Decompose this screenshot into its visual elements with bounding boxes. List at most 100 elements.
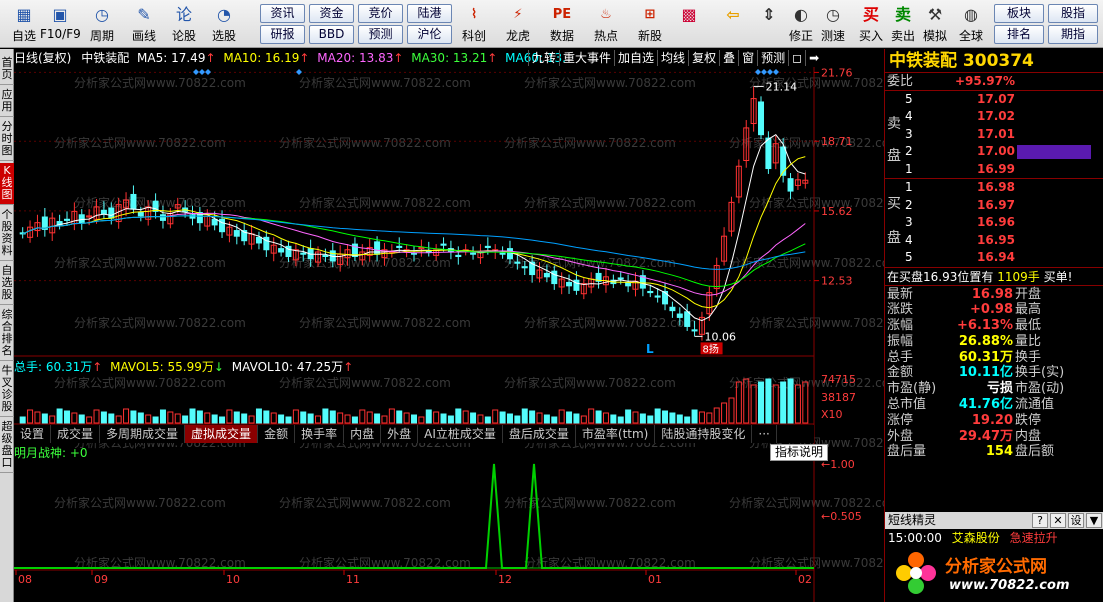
chart-tab-6[interactable]: 窗: [738, 50, 757, 66]
sidebar-tab-8[interactable]: 超级盘口: [0, 419, 14, 473]
watermark-text: 分析家公式网www.70822.com: [279, 495, 451, 510]
chart-tab-3[interactable]: 均线: [657, 50, 688, 66]
sidebar-tab-1[interactable]: 应用: [0, 87, 14, 117]
chart-tab-0[interactable]: 九转: [528, 50, 559, 66]
toolbar-btn2-2[interactable]: PE 数据: [540, 2, 584, 46]
kline-chart-svg[interactable]: 分析家公式网www.70822.com 分析家公式网www.70822.com 分析…: [14, 49, 884, 602]
ask-row[interactable]: 2 17.00: [885, 143, 1103, 161]
toolbar-btn-3[interactable]: ✎ 画线: [124, 2, 164, 46]
toolbar-btn2-0[interactable]: ⌇ 科创: [452, 2, 496, 46]
elves-btn-2[interactable]: 设: [1068, 513, 1084, 528]
bid-row[interactable]: 3 16.96: [885, 214, 1103, 232]
watermark-text: 分析家公式网www.70822.com: [74, 75, 246, 90]
toolbar-btn-5[interactable]: ◔ 选股: [204, 2, 244, 46]
sidebar-tab-7[interactable]: 牛叉诊股: [0, 363, 14, 417]
toolbar-small-btn-5[interactable]: BBD: [309, 25, 354, 44]
chart-tab-2[interactable]: 加自选: [614, 50, 657, 66]
chart-tab-4[interactable]: 复权: [688, 50, 719, 66]
chart-tab-8[interactable]: ◻: [788, 50, 805, 66]
panel-tab-6[interactable]: 内盘: [344, 425, 382, 443]
toolbar-btn3-7[interactable]: ⚒ 模拟: [918, 2, 952, 46]
toolbar-btn3-6[interactable]: 卖卖出: [886, 2, 920, 46]
panel-tab-5[interactable]: 换手率: [295, 425, 345, 443]
toolbar-small-btn-3[interactable]: 陆港: [407, 4, 452, 23]
indicator-help-button[interactable]: 指标说明: [770, 444, 828, 461]
x-tick-label: 11: [346, 573, 360, 586]
panel-tab-12[interactable]: ···: [752, 425, 777, 443]
chart-tab-1[interactable]: 重大事件: [559, 50, 614, 66]
toolbar-right-btn-2[interactable]: 排名: [994, 25, 1044, 44]
ask-row[interactable]: 3 17.01: [885, 126, 1103, 144]
kline-chart-area[interactable]: 分析家公式网www.70822.com 分析家公式网www.70822.com 分析…: [14, 49, 884, 602]
panel-tab-8[interactable]: AI立桩成交量: [418, 425, 503, 443]
panel-tab-11[interactable]: 陆股通持股变化: [655, 425, 753, 443]
panel-tab-10[interactable]: 市盈率(ttm): [576, 425, 656, 443]
stat-row: 涨停 19.20 跌停: [885, 413, 1103, 429]
toolbar-btn2-label: 新股: [637, 29, 662, 43]
sidebar-tab-2[interactable]: 分时图: [0, 119, 14, 161]
sidebar-tab-4[interactable]: 个股资料: [0, 207, 14, 261]
toolbar-btn3-5[interactable]: 买买入: [854, 2, 888, 46]
ask-row[interactable]: 4 17.02: [885, 108, 1103, 126]
chart-tab-5[interactable]: 叠: [719, 50, 738, 66]
bid-row[interactable]: 5 16.94: [885, 249, 1103, 267]
toolbar-btn-label: 周期: [89, 29, 114, 43]
vol-total-label: 总手: 60.31万: [14, 360, 93, 374]
panel-tab-9[interactable]: 盘后成交量: [503, 425, 576, 443]
toolbar-small-btn-6[interactable]: 预测: [358, 25, 403, 44]
stat-key2: 量比: [1015, 333, 1042, 349]
ask-row[interactable]: 1 16.99: [885, 161, 1103, 179]
elves-btn-3[interactable]: ▼: [1086, 513, 1102, 528]
toolbar-btn3-label: 修正: [788, 29, 813, 43]
chart-tab-7[interactable]: 预测: [757, 50, 788, 66]
ask-price: 17.02: [977, 109, 1015, 123]
volume-bar: [721, 402, 728, 424]
elves-btn-1[interactable]: ✕: [1050, 513, 1066, 528]
toolbar-btn3-2[interactable]: ⇕: [752, 2, 786, 46]
stat-key: 金额: [887, 365, 914, 381]
toolbar-right-btn-1[interactable]: 股指: [1048, 4, 1098, 23]
toolbar-btn-2[interactable]: ◷ 周期: [82, 2, 122, 46]
order-notice[interactable]: 在买盘16.93位置有 1109手 买单!: [885, 268, 1103, 286]
panel-tab-7[interactable]: 外盘: [381, 425, 419, 443]
sidebar-tab-0[interactable]: 首页: [0, 55, 14, 85]
event-diamond-icon: [193, 69, 199, 75]
elves-btn-0[interactable]: ?: [1032, 513, 1048, 528]
toolbar-right-btn-3[interactable]: 期指: [1048, 25, 1098, 44]
toolbar-small-btn-2[interactable]: 竞价: [358, 4, 403, 23]
bid-row[interactable]: 4 16.95: [885, 232, 1103, 250]
panel-tab-0[interactable]: 设置: [14, 425, 52, 443]
toolbar-btn-1[interactable]: ▣ F10/F9: [40, 2, 81, 46]
panel-tab-3[interactable]: 虚拟成交量: [185, 425, 259, 443]
panel-tab-4[interactable]: 金额: [258, 425, 296, 443]
candle-body: [300, 252, 307, 255]
elves-row[interactable]: 15:00:00 艾森股份 急速拉升: [885, 530, 1103, 546]
toolbar-small-btn-4[interactable]: 研报: [260, 25, 305, 44]
toolbar-btn-0[interactable]: ▦ 自选: [4, 2, 44, 46]
toolbar-btn3-0[interactable]: ▩: [672, 2, 706, 46]
toolbar-btn2-4[interactable]: ⊞ 新股: [628, 2, 672, 46]
toolbar-small-btn-0[interactable]: 资讯: [260, 4, 305, 23]
toolbar-right-btn-0[interactable]: 板块: [994, 4, 1044, 23]
stat-value: 19.20: [971, 412, 1013, 428]
panel-tab-2[interactable]: 多周期成交量: [100, 425, 186, 443]
toolbar-btn3-8[interactable]: ◍ 全球: [954, 2, 988, 46]
ask-row[interactable]: 5 17.07: [885, 91, 1103, 109]
volume-bar: [189, 408, 196, 424]
toolbar-small-btn-7[interactable]: 沪伦: [407, 25, 452, 44]
toolbar-btn-4[interactable]: 论论股: [164, 2, 204, 46]
bid-row[interactable]: 2 16.97: [885, 197, 1103, 215]
toolbar-btn2-3[interactable]: ♨ 热点: [584, 2, 628, 46]
chart-tab-9[interactable]: ➡: [805, 50, 822, 66]
sidebar-tab-6[interactable]: 综合排名: [0, 307, 14, 361]
panel-tab-1[interactable]: 成交量: [51, 425, 101, 443]
toolbar-btn2-1[interactable]: ⚡ 龙虎: [496, 2, 540, 46]
toolbar-btn3-4[interactable]: ◷ 测速: [816, 2, 850, 46]
bid-row[interactable]: 1 16.98: [885, 179, 1103, 197]
stat-key: 涨停: [887, 412, 914, 428]
toolbar-btn3-3[interactable]: ◐ 修正: [784, 2, 818, 46]
toolbar-small-btn-1[interactable]: 资金: [309, 4, 354, 23]
sidebar-tab-5[interactable]: 自选股: [0, 263, 14, 305]
sidebar-tab-3[interactable]: K线图: [0, 163, 14, 205]
toolbar-btn3-1[interactable]: ⇦: [716, 2, 750, 46]
